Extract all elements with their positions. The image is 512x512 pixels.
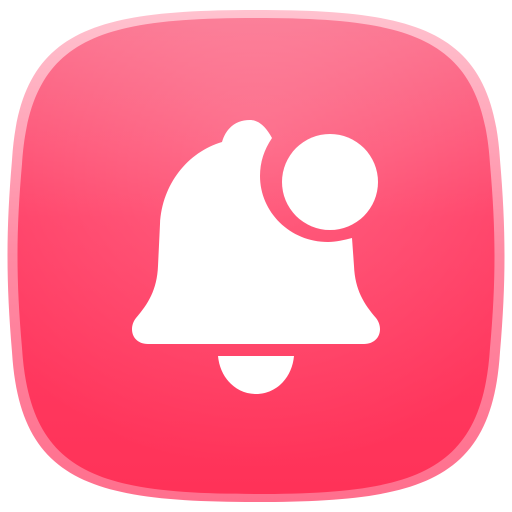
notification-app-icon[interactable]	[0, 0, 512, 512]
notification-dot-icon	[282, 134, 378, 230]
app-icon-canvas	[0, 0, 512, 512]
